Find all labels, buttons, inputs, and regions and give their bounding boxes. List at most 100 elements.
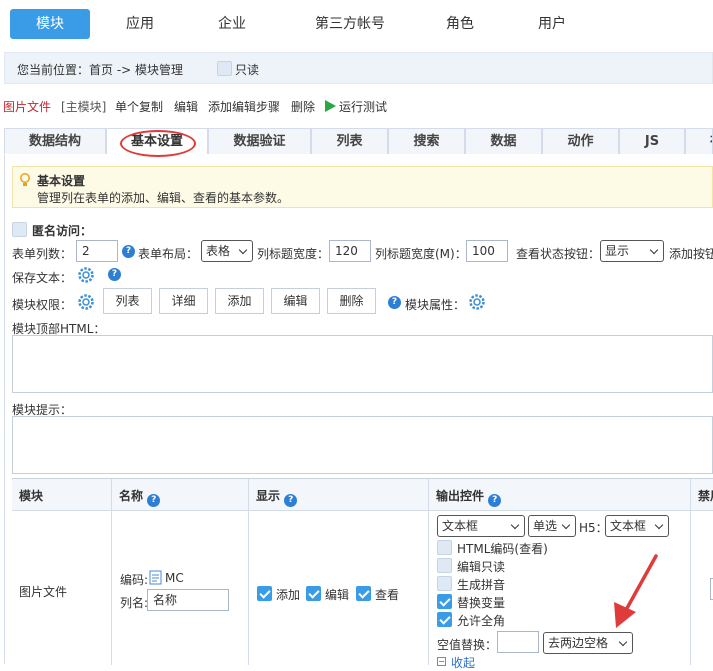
- opt-fullwidth-checkbox[interactable]: [437, 612, 452, 627]
- tab-js[interactable]: JS: [619, 128, 685, 154]
- trim-select[interactable]: 去两边空格: [543, 632, 633, 654]
- nav-tab-third-party[interactable]: 第三方帐号: [300, 9, 400, 39]
- tab-search[interactable]: 搜索: [388, 128, 465, 154]
- tab-data-validation[interactable]: 数据验证: [208, 128, 311, 154]
- delete-link[interactable]: 删除: [291, 98, 315, 115]
- top-nav: 模块 应用 企业 第三方帐号 角色 用户: [0, 0, 713, 48]
- hint-textarea[interactable]: [12, 416, 713, 474]
- help-icon[interactable]: ?: [147, 494, 161, 507]
- view-status-select[interactable]: 显示: [600, 240, 664, 262]
- nav-tab-role[interactable]: 角色: [420, 9, 500, 39]
- tip-desc: 管理列在表单的添加、编辑、查看的基本参数。: [37, 191, 290, 205]
- help-icon[interactable]: ?: [122, 245, 135, 258]
- col-header-name-text: 名称: [119, 489, 144, 503]
- gear-icon[interactable]: [468, 293, 486, 311]
- module-name: 图片文件: [3, 100, 52, 114]
- cell-module: 图片文件: [12, 511, 112, 665]
- help-icon[interactable]: ?: [388, 296, 401, 309]
- col-header-output: 输出控件 ?: [429, 479, 691, 511]
- col-header-display-text: 显示: [256, 489, 281, 503]
- perm-edit-button[interactable]: 编辑: [271, 288, 320, 314]
- empty-replace-label: 空值替换：: [437, 638, 498, 652]
- perm-list-button[interactable]: 列表: [103, 288, 152, 314]
- settings-tabs: 数据结构 基本设置 数据验证 列表 搜索 数据 动作 JS 布: [4, 128, 713, 154]
- nav-tab-module[interactable]: 模块: [10, 9, 90, 39]
- collapse-icon[interactable]: −: [437, 657, 446, 666]
- title-width-label: 列标题宽度：: [257, 247, 330, 261]
- lightbulb-icon: [20, 173, 30, 186]
- opt-fullwidth-label: 允许全角: [457, 614, 506, 628]
- help-icon[interactable]: ?: [284, 494, 298, 507]
- attr-label: 模块属性：: [405, 298, 466, 312]
- cols-label: 表单列数：: [12, 247, 73, 261]
- h5-label: H5：: [579, 521, 608, 535]
- perm-label: 模块权限：: [12, 298, 73, 312]
- tab-data-structure[interactable]: 数据结构: [4, 128, 106, 154]
- show-edit-label: 编辑: [325, 588, 350, 602]
- annotation-circle: [120, 130, 196, 157]
- opt-replace-var-label: 替换变量: [457, 596, 506, 610]
- opt-pinyin-label: 生成拼音: [457, 578, 506, 592]
- top-html-textarea[interactable]: [12, 335, 713, 393]
- col-header-disable: 禁用: [691, 479, 713, 511]
- opt-html-encode-checkbox[interactable]: [437, 540, 452, 555]
- anon-checkbox[interactable]: [12, 222, 27, 237]
- gear-icon[interactable]: [77, 266, 95, 284]
- empty-replace-input[interactable]: [497, 631, 539, 653]
- colname-label: 列名:: [120, 596, 149, 610]
- ctl-type-select[interactable]: 文本框: [437, 515, 525, 537]
- help-icon[interactable]: ?: [488, 494, 502, 507]
- col-header-name: 名称 ?: [112, 479, 249, 511]
- main-module-tag: [主模块]: [61, 100, 107, 114]
- opt-pinyin-checkbox[interactable]: [437, 576, 452, 591]
- collapse-link[interactable]: 收起: [451, 654, 475, 671]
- colname-input[interactable]: 名称: [147, 589, 229, 611]
- col-header-output-text: 输出控件: [436, 489, 485, 503]
- cols-input[interactable]: 2: [76, 240, 118, 262]
- tab-list[interactable]: 列表: [311, 128, 388, 154]
- breadcrumb: 您当前位置：首页 -> 模块管理: [17, 63, 184, 77]
- nav-tab-user[interactable]: 用户: [512, 9, 592, 39]
- show-view-label: 查看: [375, 588, 400, 602]
- show-add-checkbox[interactable]: [257, 586, 272, 601]
- nav-tab-enterprise[interactable]: 企业: [192, 9, 272, 39]
- perm-detail-button[interactable]: 详细: [159, 288, 208, 314]
- document-icon[interactable]: [149, 570, 162, 585]
- opt-replace-var-checkbox[interactable]: [437, 594, 452, 609]
- col-header-module: 模块: [12, 479, 112, 511]
- code-label: 编码:: [120, 573, 149, 587]
- show-edit-checkbox[interactable]: [306, 586, 321, 601]
- opt-edit-readonly-checkbox[interactable]: [437, 558, 452, 573]
- cell-disable: [691, 511, 713, 665]
- ctl-select-mode[interactable]: 单选: [528, 515, 576, 537]
- title-width-m-label: 列标题宽度(M)：: [375, 247, 467, 261]
- show-view-checkbox[interactable]: [356, 586, 371, 601]
- layout-select[interactable]: 表格: [201, 240, 253, 262]
- h5-select[interactable]: 文本框: [605, 515, 669, 537]
- opt-edit-readonly-label: 编辑只读: [457, 560, 506, 574]
- tip-title: 基本设置: [37, 174, 86, 188]
- tab-layout[interactable]: 布: [685, 128, 713, 154]
- cell-name: 编码: MC 列名: 名称: [112, 511, 249, 665]
- tab-data[interactable]: 数据: [465, 128, 542, 154]
- title-width-m-input[interactable]: 100: [466, 240, 508, 262]
- help-icon[interactable]: ?: [108, 268, 121, 281]
- opt-html-encode-label: HTML编码(查看): [457, 542, 548, 556]
- run-test-link[interactable]: 运行测试: [339, 98, 387, 115]
- annotation-arrow: [614, 554, 658, 628]
- tab-action[interactable]: 动作: [542, 128, 619, 154]
- show-add-label: 添加: [276, 588, 301, 602]
- copy-link[interactable]: 单个复制: [115, 98, 163, 115]
- nav-tab-app[interactable]: 应用: [100, 9, 180, 39]
- add-step-link[interactable]: 添加编辑步骤: [208, 98, 280, 115]
- readonly-checkbox[interactable]: [217, 61, 232, 76]
- anon-label: 匿名访问：: [32, 224, 93, 238]
- view-status-label: 查看状态按钮：: [516, 247, 601, 261]
- title-width-input[interactable]: 120: [329, 240, 371, 262]
- gear-icon[interactable]: [77, 293, 95, 311]
- play-icon: [325, 100, 336, 112]
- perm-add-button[interactable]: 添加: [215, 288, 264, 314]
- edit-link[interactable]: 编辑: [174, 98, 198, 115]
- perm-delete-button[interactable]: 删除: [327, 288, 376, 314]
- cell-display: 添加 编辑 查看: [249, 511, 429, 665]
